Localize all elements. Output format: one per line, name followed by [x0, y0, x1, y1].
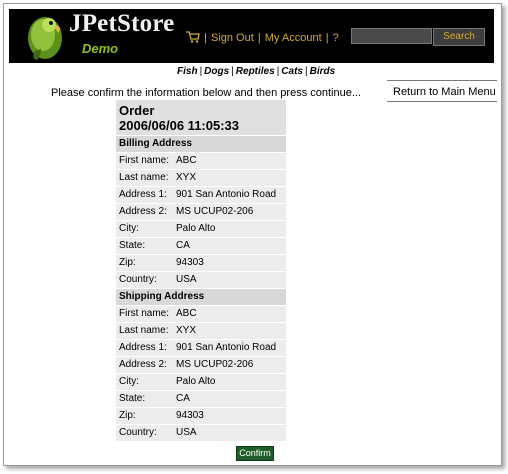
field-value: Palo Alto: [176, 223, 216, 234]
field-label: Zip:: [119, 257, 136, 268]
search-input[interactable]: [351, 28, 432, 44]
table-row: Address 1: 901 San Antonio Road: [116, 340, 286, 357]
field-label: Address 1:: [119, 189, 167, 200]
table-row: City: Palo Alto: [116, 374, 286, 391]
search-button[interactable]: Search: [433, 28, 485, 46]
quicklink-separator: |: [231, 66, 234, 77]
field-value: 94303: [176, 257, 204, 268]
quicklink-cats[interactable]: Cats: [281, 66, 303, 77]
parrot-logo-icon[interactable]: [23, 11, 67, 61]
field-label: Address 2:: [119, 359, 167, 370]
confirm-button[interactable]: Confirm: [236, 446, 274, 461]
field-label: Last name:: [119, 325, 169, 336]
field-value: USA: [176, 274, 197, 285]
quicklink-dogs[interactable]: Dogs: [204, 66, 229, 77]
table-row: Zip: 94303: [116, 255, 286, 272]
field-value: XYX: [176, 172, 197, 183]
field-value: Palo Alto: [176, 376, 216, 387]
field-label: State:: [119, 240, 146, 251]
field-value: MS UCUP02-206: [176, 359, 254, 370]
header-menu: | Sign Out | My Account | ?: [186, 31, 339, 45]
my-account-link[interactable]: My Account: [265, 32, 322, 44]
table-row: State: CA: [116, 391, 286, 408]
table-row: Country: USA: [116, 272, 286, 289]
cart-icon[interactable]: [186, 31, 200, 43]
menu-separator: |: [325, 32, 329, 44]
return-to-main-menu-link[interactable]: Return to Main Menu: [387, 80, 497, 102]
table-row: Last name: XYX: [116, 323, 286, 340]
field-value: MS UCUP02-206: [176, 206, 254, 217]
quicklink-reptiles[interactable]: Reptiles: [236, 66, 275, 77]
table-row: First name: ABC: [116, 153, 286, 170]
table-row: State: CA: [116, 238, 286, 255]
quicklink-separator: |: [199, 66, 203, 77]
field-label: Country:: [119, 274, 157, 285]
field-label: First name:: [119, 155, 170, 166]
field-label: Country:: [119, 427, 157, 438]
field-label: First name:: [119, 308, 170, 319]
order-header: Order 2006/06/06 11:05:33: [116, 100, 286, 136]
billing-address-heading: Billing Address: [116, 136, 286, 153]
menu-separator: |: [257, 32, 261, 44]
confirm-message: Please confirm the information below and…: [51, 87, 362, 99]
field-value: ABC: [176, 155, 197, 166]
table-row: City: Palo Alto: [116, 221, 286, 238]
field-value: USA: [176, 427, 197, 438]
field-label: City:: [119, 376, 139, 387]
header-bar: JPetStore Demo | Sign Out | My Account |…: [9, 9, 494, 63]
field-value: XYX: [176, 325, 197, 336]
field-label: Zip:: [119, 410, 136, 421]
field-label: City:: [119, 223, 139, 234]
quicklink-separator: |: [276, 66, 280, 77]
order-date: 2006/06/06 11:05:33: [119, 118, 239, 133]
quicklink-fish[interactable]: Fish: [177, 66, 198, 77]
table-row: Address 2: MS UCUP02-206: [116, 204, 286, 221]
category-quicklinks: Fish | Dogs | Reptiles | Cats | Birds: [177, 66, 335, 77]
menu-separator: |: [204, 32, 207, 44]
help-link[interactable]: ?: [333, 32, 339, 44]
quicklink-birds[interactable]: Birds: [310, 66, 336, 77]
table-row: Last name: XYX: [116, 170, 286, 187]
field-label: Last name:: [119, 172, 169, 183]
table-row: Address 2: MS UCUP02-206: [116, 357, 286, 374]
table-row: First name: ABC: [116, 306, 286, 323]
field-label: State:: [119, 393, 146, 404]
logo-title[interactable]: JPetStore: [69, 10, 174, 38]
sign-out-link[interactable]: Sign Out: [211, 32, 254, 44]
logo-subtitle: Demo: [82, 41, 119, 56]
field-value: 901 San Antonio Road: [176, 189, 277, 200]
field-value: 94303: [176, 410, 204, 421]
field-value: CA: [176, 393, 190, 404]
shipping-address-heading: Shipping Address: [116, 289, 286, 306]
field-value: ABC: [176, 308, 197, 319]
field-value: 901 San Antonio Road: [176, 342, 277, 353]
field-label: Address 2:: [119, 206, 167, 217]
field-label: Address 1:: [119, 342, 167, 353]
field-value: CA: [176, 240, 190, 251]
table-row: Address 1: 901 San Antonio Road: [116, 187, 286, 204]
table-row: Country: USA: [116, 425, 286, 442]
order-table: Order 2006/06/06 11:05:33 Billing Addres…: [116, 100, 286, 442]
quicklink-separator: |: [304, 66, 308, 77]
order-title: Order: [119, 103, 155, 118]
table-row: Zip: 94303: [116, 408, 286, 425]
